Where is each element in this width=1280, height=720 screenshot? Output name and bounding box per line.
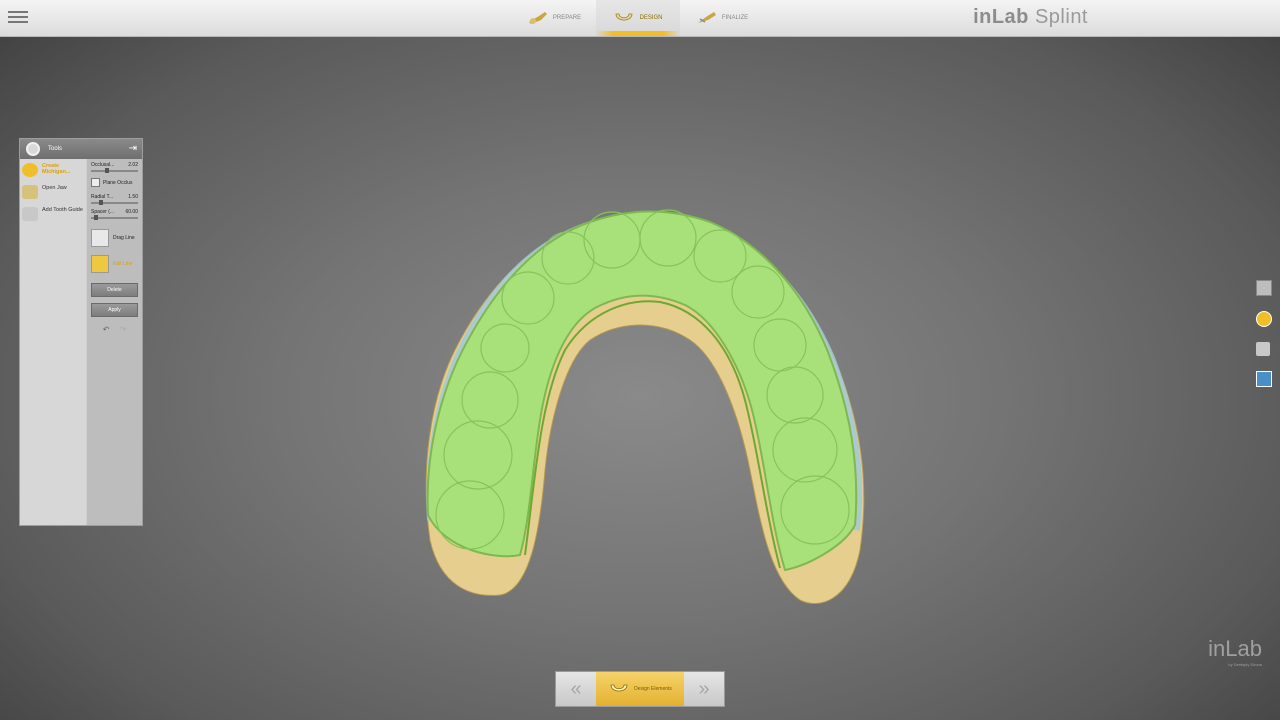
gear-icon (26, 142, 40, 156)
drag-line-tool[interactable]: Drag Line (87, 225, 142, 251)
undo-redo: ↶ ↷ (87, 325, 142, 334)
radial-value[interactable]: 1.50 (128, 194, 138, 200)
previous-step-icon[interactable]: « (556, 672, 596, 706)
inlab-watermark: inLab by Dentsply Sirona (1208, 636, 1262, 667)
splint-icon (22, 163, 38, 177)
bottom-navigation: « Design Elements » (555, 671, 725, 707)
app-title: inLab Splint (973, 6, 1088, 28)
tool-create-michigan-label: Create Michigan... (42, 163, 71, 175)
edit-line-label: Edit Line (113, 261, 133, 267)
dental-3d-viewport[interactable] (0, 0, 1280, 720)
spacer-slider[interactable] (91, 215, 138, 220)
tool-open-jaw[interactable]: Open Jaw (20, 181, 86, 203)
step-prepare[interactable]: PREPARE (512, 0, 596, 36)
watermark-text: inLab (1208, 636, 1262, 661)
checkbox-box[interactable] (91, 178, 100, 187)
tools-panel-title: Tools (48, 146, 63, 152)
step-prepare-label: PREPARE (552, 15, 582, 21)
delete-button[interactable]: Delete (91, 283, 138, 297)
right-toolbar (1256, 280, 1272, 402)
jaw-icon (22, 185, 38, 199)
step-design[interactable]: DESIGN (596, 0, 680, 36)
object-selection-icon[interactable] (1256, 311, 1272, 327)
drag-line-icon (91, 229, 109, 247)
design-icon (616, 13, 633, 21)
design-elements-label: Design Elements (634, 686, 672, 692)
plane-occlusal-checkbox[interactable]: Plane Occlus (87, 174, 142, 191)
tools-panel: Tools ⇥ Create Michigan... Open Jaw Add … (19, 138, 143, 526)
occlusal-value[interactable]: 2.02 (128, 162, 138, 168)
tools-panel-header: Tools ⇥ (20, 139, 142, 159)
tool-open-jaw-label: Open Jaw (42, 185, 67, 191)
pin-panel-icon[interactable]: ⇥ (129, 143, 137, 154)
tool-parameters: Occlusal... 2.02 Plane Occlus Radial T..… (87, 159, 142, 525)
apply-button[interactable]: Apply (91, 303, 138, 317)
plane-occlusal-label: Plane Occlus (103, 179, 133, 186)
tool-add-tooth-guide-label: Add Tooth Guide (42, 207, 83, 213)
next-step-icon[interactable]: » (684, 672, 724, 706)
edit-line-tool[interactable]: Edit Line (87, 251, 142, 277)
watermark-sub: by Dentsply Sirona (1228, 662, 1262, 667)
tool-add-tooth-guide[interactable]: Add Tooth Guide (20, 203, 86, 225)
finalize-icon (697, 12, 716, 23)
step-design-label: DESIGN (639, 15, 663, 21)
spacer-param: Spacer (... 60.00 (87, 206, 142, 215)
undo-icon[interactable]: ↶ (103, 325, 110, 334)
workflow-steps: PREPARE DESIGN FINALIZE (512, 0, 764, 36)
splint-surface (426, 210, 858, 572)
edit-line-icon (91, 255, 109, 273)
redo-icon[interactable]: ↷ (120, 325, 127, 334)
drag-line-label: Drag Line (113, 235, 135, 241)
tooth-guide-icon (22, 207, 38, 221)
design-elements-icon (610, 684, 628, 692)
view-cube-icon[interactable] (1256, 280, 1272, 296)
prepare-icon (528, 12, 547, 24)
radial-slider[interactable] (91, 200, 138, 205)
screenshot-icon[interactable] (1256, 371, 1272, 387)
scan-tool-icon[interactable] (1256, 342, 1270, 356)
occlusal-slider[interactable] (91, 168, 138, 173)
tool-list: Create Michigan... Open Jaw Add Tooth Gu… (20, 159, 86, 525)
radial-param: Radial T... 1.50 (87, 191, 142, 200)
top-bar: PREPARE DESIGN FINALIZE inLab Splint (0, 0, 1280, 37)
occlusal-param: Occlusal... 2.02 (87, 159, 142, 168)
step-finalize[interactable]: FINALIZE (680, 0, 764, 36)
tool-create-michigan[interactable]: Create Michigan... (20, 159, 86, 181)
spacer-value[interactable]: 60.00 (125, 209, 138, 215)
step-finalize-label: FINALIZE (721, 15, 749, 21)
design-elements-button[interactable]: Design Elements (596, 672, 684, 706)
hamburger-menu-icon[interactable] (8, 8, 28, 28)
occlusal-label: Occlusal... (91, 162, 115, 168)
